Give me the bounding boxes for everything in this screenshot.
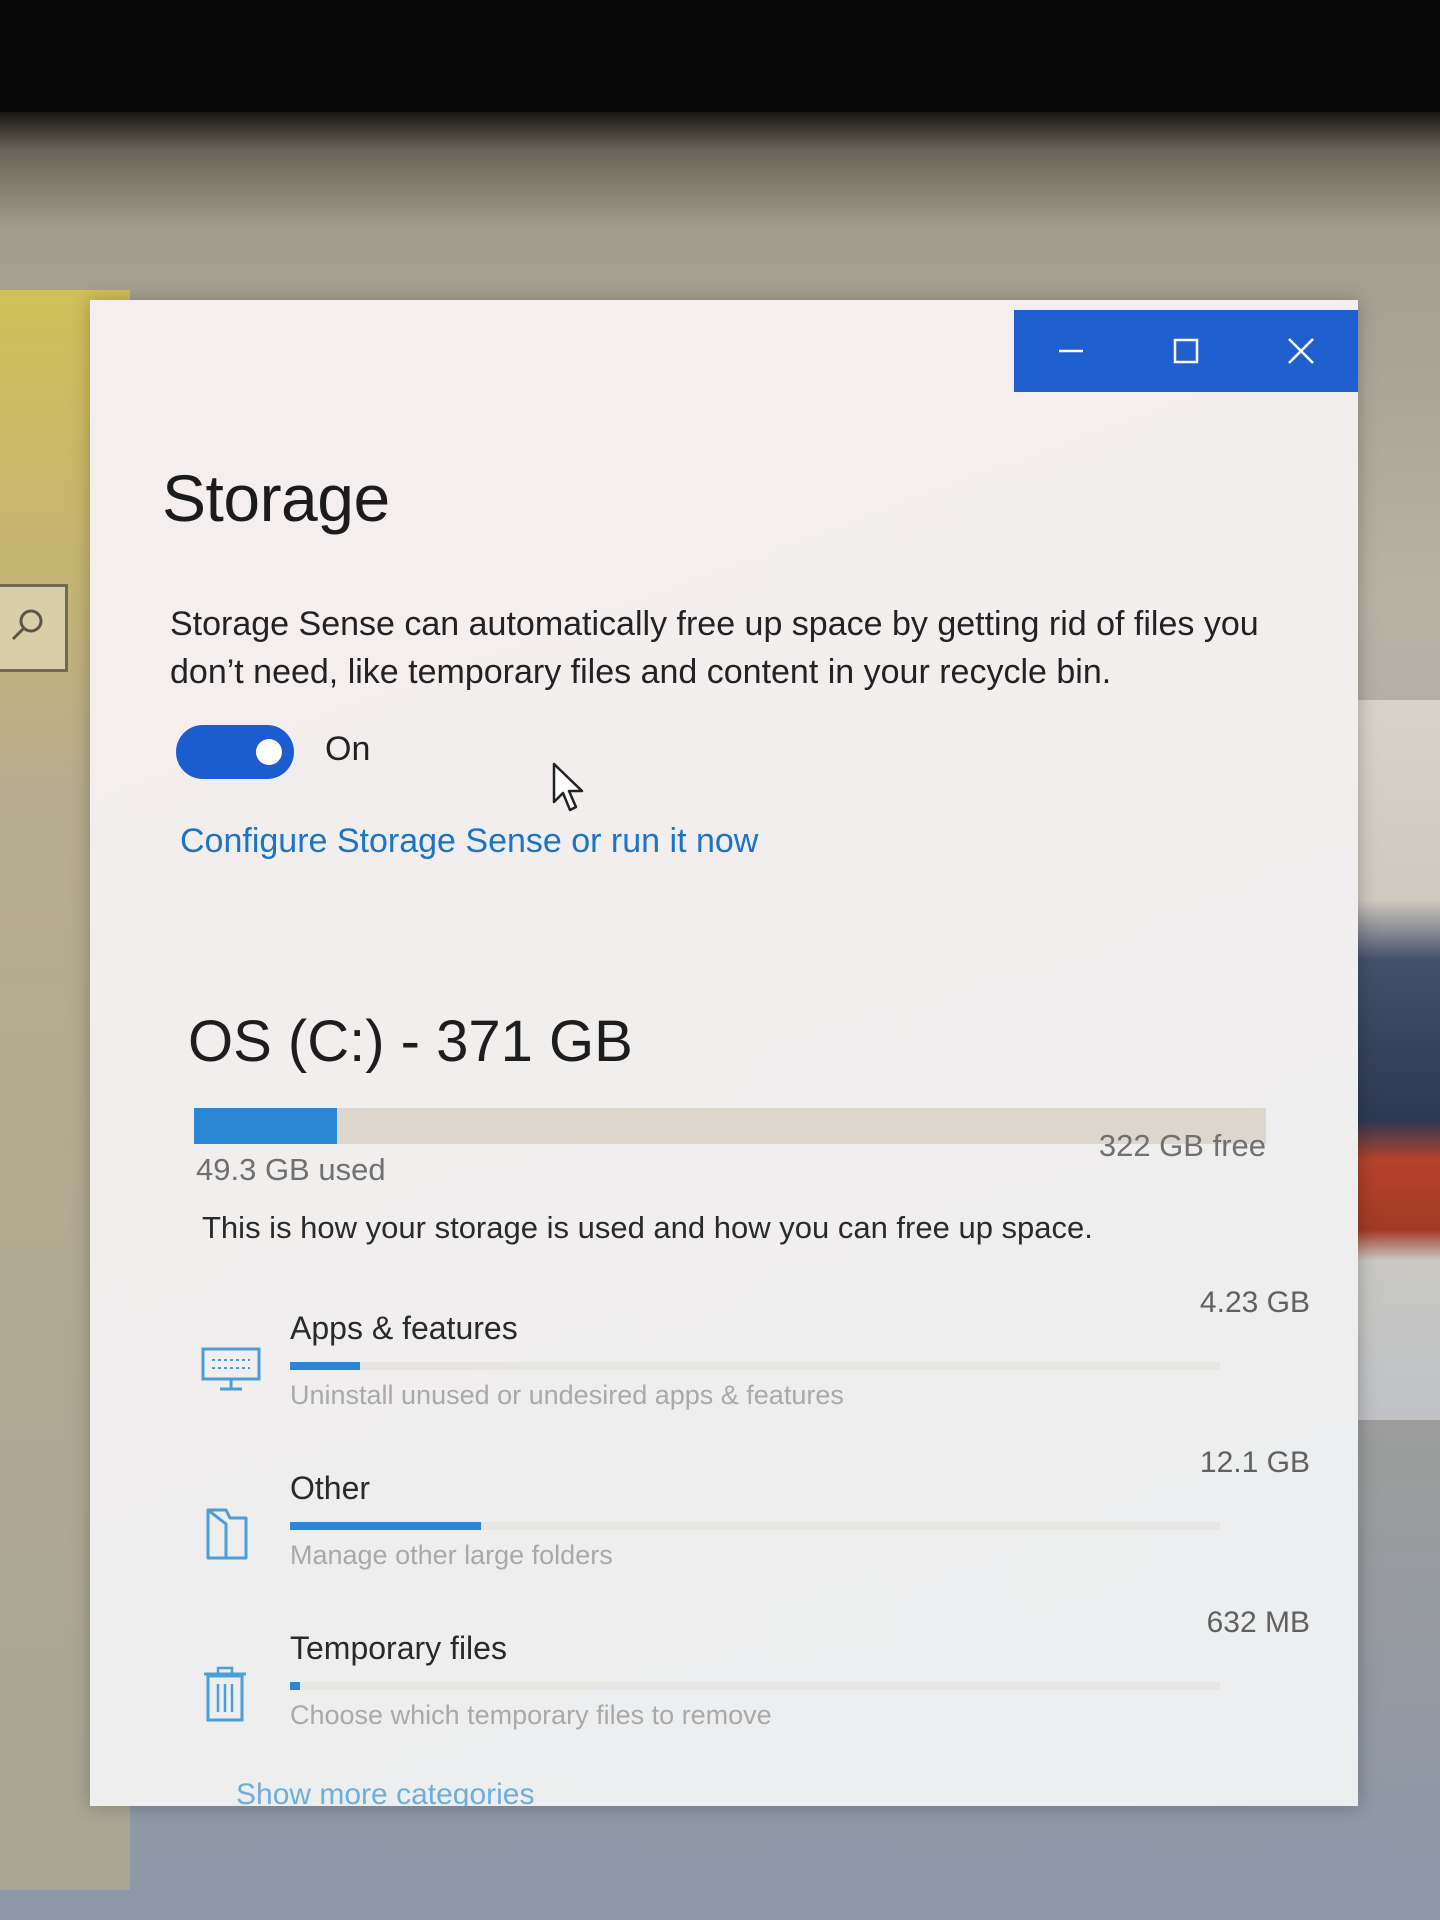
category-size: 632 MB: [1206, 1606, 1310, 1639]
page-title: Storage: [162, 461, 390, 535]
category-temporary-files[interactable]: Temporary files 632 MB Choose which temp…: [190, 1606, 1330, 1780]
drive-used-label: 49.3 GB used: [196, 1152, 386, 1187]
taskbar-search-box[interactable]: [0, 584, 68, 672]
search-icon: [11, 609, 43, 641]
maximize-icon: [1173, 338, 1199, 364]
mouse-pointer-icon: [552, 762, 584, 812]
usage-description: This is how your storage is used and how…: [202, 1210, 1093, 1245]
window-controls: [1014, 310, 1358, 392]
minimize-icon: [1059, 349, 1084, 353]
drive-free-label: 322 GB free: [1098, 1128, 1266, 1163]
close-icon: [1287, 338, 1314, 364]
category-description: Manage other large folders: [290, 1540, 613, 1570]
monitor-icon: [201, 1347, 261, 1391]
configure-storage-sense-link[interactable]: Configure Storage Sense or run it now: [180, 822, 758, 861]
category-name: Other: [290, 1470, 371, 1506]
category-usage-bar: [290, 1682, 1220, 1690]
show-more-categories-link[interactable]: Show more categories: [236, 1778, 534, 1806]
category-apps-features[interactable]: Apps & features 4.23 GB Uninstall unused…: [190, 1286, 1330, 1460]
monitor-bezel: [0, 0, 1440, 112]
category-name: Temporary files: [290, 1630, 507, 1666]
category-other[interactable]: Other 12.1 GB Manage other large folders: [190, 1446, 1330, 1620]
storage-settings-window: Storage Storage Sense can automatically …: [90, 300, 1358, 1806]
category-usage-fill: [290, 1682, 301, 1690]
toggle-knob: [256, 739, 282, 765]
close-button[interactable]: [1243, 310, 1358, 392]
maximize-button[interactable]: [1129, 310, 1244, 392]
minimize-button[interactable]: [1014, 310, 1129, 392]
folder-icon: [206, 1508, 248, 1560]
category-size: 12.1 GB: [1199, 1446, 1310, 1479]
category-usage-fill: [290, 1522, 481, 1530]
category-usage-bar: [290, 1522, 1220, 1530]
category-usage-bar: [290, 1362, 1220, 1370]
category-name: Apps & features: [290, 1310, 518, 1346]
drive-usage-fill: [194, 1108, 337, 1144]
toggle-state-label: On: [325, 730, 371, 768]
drive-title: OS (C:) - 371 GB: [188, 1009, 633, 1074]
trash-icon: [204, 1666, 246, 1722]
category-size: 4.23 GB: [1199, 1286, 1310, 1319]
storage-sense-toggle[interactable]: [176, 725, 294, 779]
storage-sense-description: Storage Sense can automatically free up …: [170, 605, 1259, 691]
category-usage-fill: [290, 1362, 360, 1370]
category-description: Choose which temporary files to remove: [290, 1700, 772, 1730]
category-description: Uninstall unused or undesired apps & fea…: [290, 1380, 844, 1410]
